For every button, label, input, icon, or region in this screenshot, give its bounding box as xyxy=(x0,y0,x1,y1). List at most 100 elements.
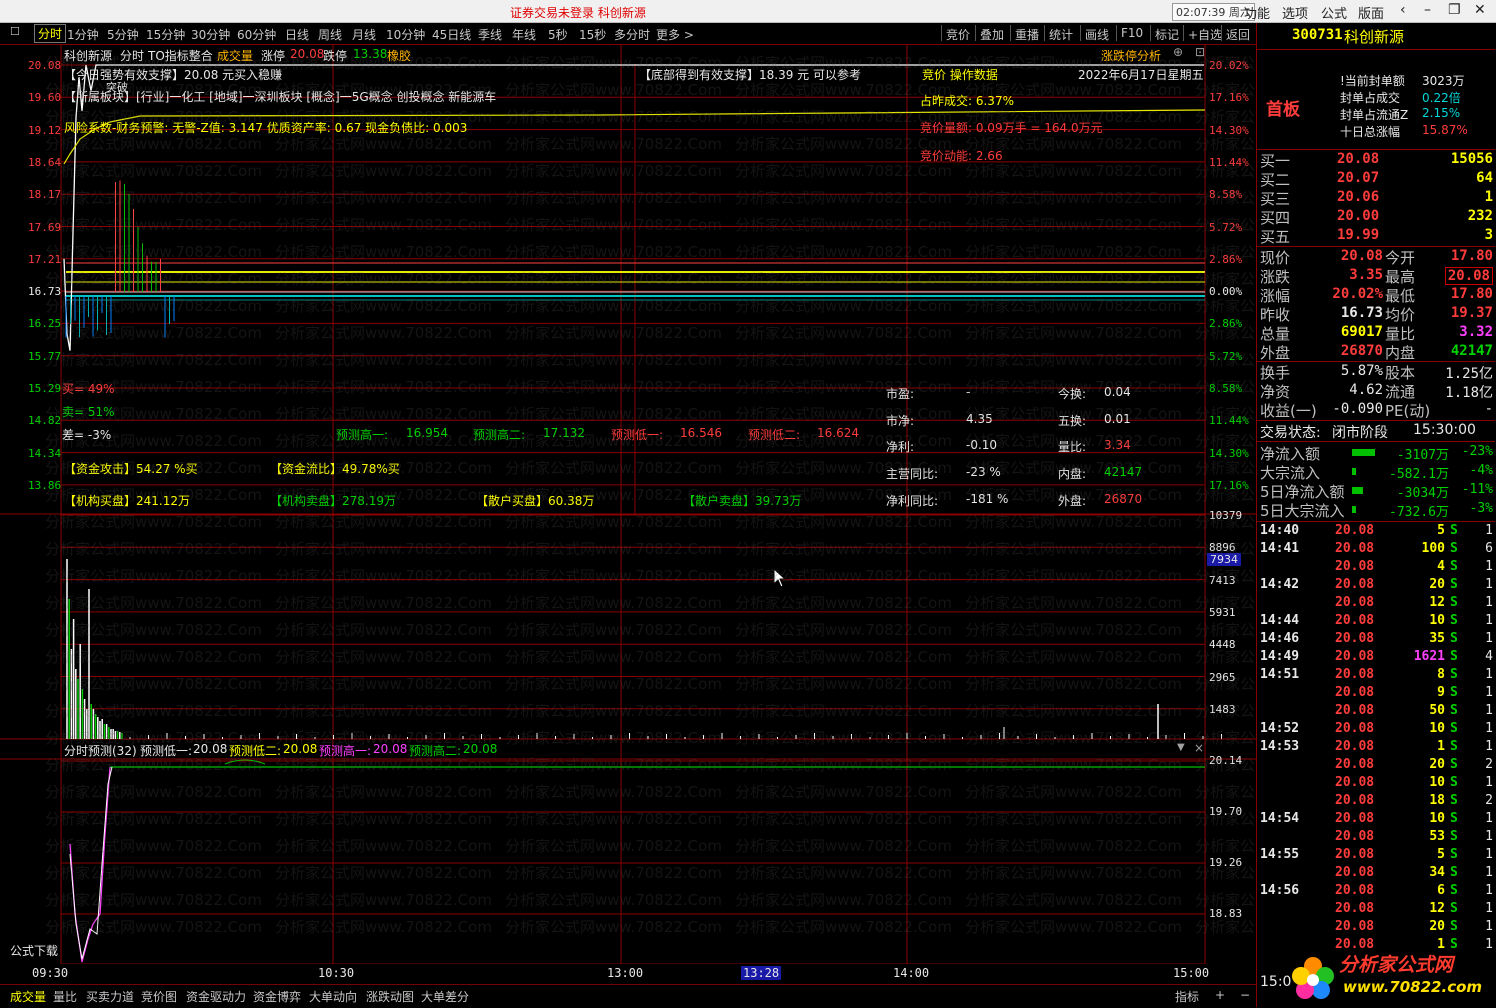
flow-row: 5日大宗流入 -732.6万 -3% xyxy=(1257,500,1495,520)
menu-layout[interactable]: 版面 xyxy=(1358,3,1384,22)
share-stats: 换手 5.87% 股本 1.25亿 净资 4.62 流通 1.18亿 收益(一) -0.090 PE… xyxy=(1257,362,1495,421)
seal-float-value: 2.15% xyxy=(1422,106,1461,120)
sell-ratio: 卖= 51% xyxy=(62,405,115,419)
tick-volume: 34 xyxy=(1429,865,1445,880)
period-tab-15[interactable]: 多分时 xyxy=(614,26,650,43)
period-tab-0[interactable]: 分时 xyxy=(34,24,67,43)
tick-list[interactable]: 14:40 20.08 5 S 1 14:41 20.08 100 S 6 20.08 4 S 1 14:4… xyxy=(1257,523,1495,948)
period-tab-10[interactable]: 45日线 xyxy=(432,26,471,43)
volratio-value: 3.34 xyxy=(1104,438,1131,452)
period-tab-5[interactable]: 60分钟 xyxy=(237,26,276,43)
trade-time: 15:30:00 xyxy=(1413,422,1476,438)
period-tab-7[interactable]: 周线 xyxy=(318,26,342,43)
pred-high1-label: 预测高一: xyxy=(336,428,389,442)
share-row: 换手 5.87% 股本 1.25亿 xyxy=(1257,362,1495,382)
tick-count: 1 xyxy=(1485,685,1493,700)
period-tab-8[interactable]: 月线 xyxy=(352,26,376,43)
period-tab-12[interactable]: 年线 xyxy=(512,26,536,43)
bottom-support: 【底部得到有效支撑】18.39 元 可以参考 xyxy=(639,68,861,82)
bid-row[interactable]: 买三 20.06 1 xyxy=(1257,188,1495,208)
stock-code: 300731 xyxy=(1292,27,1343,43)
toolbar-button-3[interactable]: 统计 xyxy=(1049,26,1073,43)
flow-value: -3034万 xyxy=(1396,486,1449,501)
tick-price: 20.08 xyxy=(1335,829,1375,844)
toolbar-button-6[interactable]: 标记 xyxy=(1155,26,1179,43)
bottom-tab-8[interactable]: 大单差分 xyxy=(421,988,469,1005)
bottom-tab-2[interactable]: 买卖力道 xyxy=(86,988,134,1005)
bottom-tab-3[interactable]: 竞价图 xyxy=(141,988,177,1005)
stat-label: 涨跌 xyxy=(1260,268,1291,286)
minimize-icon[interactable]: – xyxy=(1424,2,1431,18)
close-icon[interactable]: ✕ xyxy=(1474,2,1486,18)
back-arrow-icon[interactable]: ‹ xyxy=(1400,2,1406,18)
expand-icon[interactable]: ⊡ xyxy=(1195,45,1205,59)
bid-row[interactable]: 买二 20.07 64 xyxy=(1257,169,1495,189)
toolbar-button-7[interactable]: +自选 xyxy=(1188,26,1222,43)
minus-icon[interactable]: − xyxy=(1240,988,1250,1002)
tick-side: S xyxy=(1450,757,1458,772)
percent-tick: 11.44% xyxy=(1209,155,1249,169)
period-tab-2[interactable]: 5分钟 xyxy=(107,26,139,43)
tick-count: 1 xyxy=(1485,847,1493,862)
close-panel-icon[interactable]: × xyxy=(1194,741,1204,755)
stat-row: 外盘 26870 内盘 42147 xyxy=(1257,342,1495,362)
menu-function[interactable]: 功能 xyxy=(1244,3,1270,22)
settings-circle-icon[interactable]: ⊕ xyxy=(1173,45,1183,59)
bottom-tab-5[interactable]: 资金博弈 xyxy=(253,988,301,1005)
tick-side: S xyxy=(1450,721,1458,736)
bottom-tab-4[interactable]: 资金驱动力 xyxy=(186,988,246,1005)
period-tab-3[interactable]: 15分钟 xyxy=(146,26,185,43)
stat-row: 总量 69017 量比 3.32 xyxy=(1257,323,1495,343)
flow-bar xyxy=(1352,506,1356,513)
limit-analysis-link[interactable]: 涨跌停分析 xyxy=(1101,47,1161,64)
bid-row[interactable]: 买四 20.00 232 xyxy=(1257,207,1495,227)
tick-row: 14:40 20.08 5 S 1 xyxy=(1257,523,1495,541)
dropdown-icon[interactable]: ▼ xyxy=(1177,742,1185,753)
bid-row[interactable]: 买五 19.99 3 xyxy=(1257,226,1495,246)
tick-count: 1 xyxy=(1485,631,1493,646)
toolbar-button-2[interactable]: 重播 xyxy=(1015,26,1039,43)
period-tab-14[interactable]: 15秒 xyxy=(579,26,606,43)
bid-row[interactable]: 买一 20.08 15056 xyxy=(1257,150,1495,170)
price-tick: 20.08 xyxy=(28,59,62,72)
period-tab-1[interactable]: 1分钟 xyxy=(67,26,99,43)
period-tab-6[interactable]: 日线 xyxy=(285,26,309,43)
bottom-tab-1[interactable]: 量比 xyxy=(53,988,77,1005)
bottom-tab-6[interactable]: 大单动向 xyxy=(309,988,357,1005)
tick-side: S xyxy=(1450,523,1458,538)
bottom-tab-7[interactable]: 涨跌动图 xyxy=(366,988,414,1005)
tick-side: S xyxy=(1450,937,1458,948)
tick-time: 14:53 xyxy=(1260,739,1300,754)
period-toolbar: ☐ 分时 1分钟 5分钟 15分钟 30分钟 60分钟 日线 周线 月线 10分钟 45日线 季线 年线… xyxy=(0,23,1256,45)
toolbar-button-0[interactable]: 竞价 xyxy=(946,26,970,43)
restore-icon[interactable]: ❐ xyxy=(1448,2,1461,18)
indicator-button[interactable]: 指标 xyxy=(1175,988,1199,1005)
period-tab-4[interactable]: 30分钟 xyxy=(191,26,230,43)
toolbar-button-4[interactable]: 画线 xyxy=(1085,26,1109,43)
bottom-tab-0[interactable]: 成交量 xyxy=(10,988,46,1005)
seal-ratio-label: 封单占成交 xyxy=(1340,91,1401,105)
bid-volume: 232 xyxy=(1467,208,1493,224)
period-tab-11[interactable]: 季线 xyxy=(478,26,502,43)
toolbar-separator xyxy=(1116,25,1117,41)
period-tab-16[interactable]: 更多 > xyxy=(656,26,694,43)
formula-download[interactable]: 公式下载 xyxy=(10,942,58,959)
period-tab-9[interactable]: 10分钟 xyxy=(386,26,425,43)
toolbar-button-8[interactable]: 返回 xyxy=(1226,26,1250,43)
flow-value: -732.6万 xyxy=(1389,505,1449,520)
price-tick: 15.29 xyxy=(28,382,62,395)
pred-low2-value: 16.624 xyxy=(817,426,859,440)
menu-square-icon[interactable]: ☐ xyxy=(10,25,20,38)
percent-tick: 0.00% xyxy=(1209,285,1243,299)
percent-tick: 14.30% xyxy=(1209,446,1249,460)
stat-value: 69017 xyxy=(1340,324,1383,340)
menu-options[interactable]: 选项 xyxy=(1282,3,1308,22)
tick-volume: 12 xyxy=(1429,595,1445,610)
add-indicator-button[interactable]: + xyxy=(1215,988,1225,1002)
bid-price: 20.07 xyxy=(1337,170,1380,186)
pb-label: 市净: xyxy=(886,414,915,428)
toolbar-button-5[interactable]: F10 xyxy=(1121,26,1143,40)
menu-formula[interactable]: 公式 xyxy=(1321,3,1347,22)
period-tab-13[interactable]: 5秒 xyxy=(548,26,568,43)
toolbar-button-1[interactable]: 叠加 xyxy=(980,26,1004,43)
